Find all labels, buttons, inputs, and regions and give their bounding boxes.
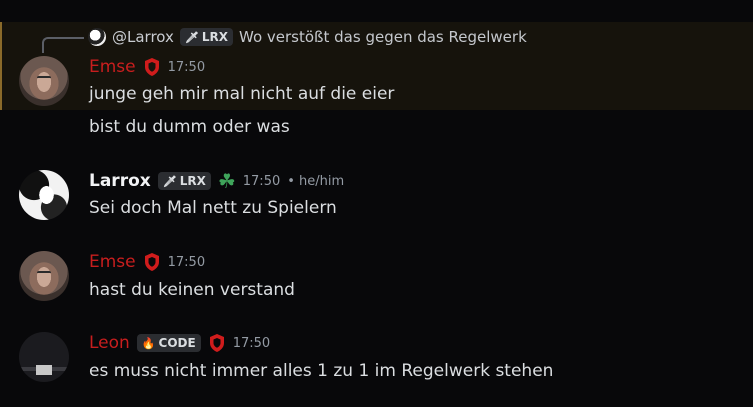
reply-server-tag-label: LRX xyxy=(201,30,228,44)
message-text: Sei doch Mal nett zu Spielern xyxy=(89,198,337,218)
author-name[interactable]: Larrox xyxy=(89,171,151,191)
reply-avatar[interactable] xyxy=(88,28,106,46)
author-name[interactable]: Emse xyxy=(89,252,136,272)
clover-icon[interactable]: ☘ xyxy=(218,171,236,191)
shield-icon[interactable] xyxy=(143,252,161,272)
sword-icon: 🗡 xyxy=(184,30,199,44)
message-text: es muss nicht immer alles 1 zu 1 im Rege… xyxy=(89,361,554,381)
reply-mention[interactable]: @Larrox xyxy=(112,28,174,46)
message-text: bist du dumm oder was xyxy=(89,117,290,137)
sword-icon: 🗡 xyxy=(162,174,177,188)
message-header-emse: Emse 17:50 xyxy=(89,251,205,273)
flame-icon: 🔥 xyxy=(141,336,156,350)
timestamp[interactable]: 17:50 xyxy=(233,336,270,351)
reply-server-tag[interactable]: 🗡 LRX xyxy=(179,28,233,46)
server-tag[interactable]: 🔥 CODE xyxy=(136,334,201,352)
server-tag-label: CODE xyxy=(158,336,196,350)
shield-icon[interactable] xyxy=(143,57,161,77)
server-tag[interactable]: 🗡 LRX xyxy=(157,172,211,190)
author-name[interactable]: Leon xyxy=(89,333,130,353)
timestamp[interactable]: 17:50 xyxy=(243,174,280,189)
timestamp[interactable]: 17:50 xyxy=(168,255,205,270)
message-header-leon: Leon 🔥 CODE 17:50 xyxy=(89,332,270,354)
message-header-larrox: Larrox 🗡 LRX ☘ 17:50 • he/him xyxy=(89,170,344,192)
avatar-emse[interactable] xyxy=(19,56,69,106)
avatar-emse[interactable] xyxy=(19,251,69,301)
reply-text[interactable]: Wo verstößt das gegen das Regelwerk xyxy=(239,28,527,46)
reply-connector-line xyxy=(42,37,84,53)
server-tag-label: LRX xyxy=(179,174,206,188)
avatar-leon[interactable] xyxy=(19,332,69,382)
author-name[interactable]: Emse xyxy=(89,57,136,77)
message-text: hast du keinen verstand xyxy=(89,280,295,300)
timestamp[interactable]: 17:50 xyxy=(168,60,205,75)
message-header-emse: Emse 17:50 xyxy=(89,56,205,78)
avatar-larrox[interactable] xyxy=(19,170,69,220)
shield-icon[interactable] xyxy=(208,333,226,353)
message-text: junge geh mir mal nicht auf die eier xyxy=(89,84,395,104)
reply-preview[interactable]: @Larrox 🗡 LRX Wo verstößt das gegen das … xyxy=(88,27,527,47)
pronouns: • he/him xyxy=(287,173,345,189)
